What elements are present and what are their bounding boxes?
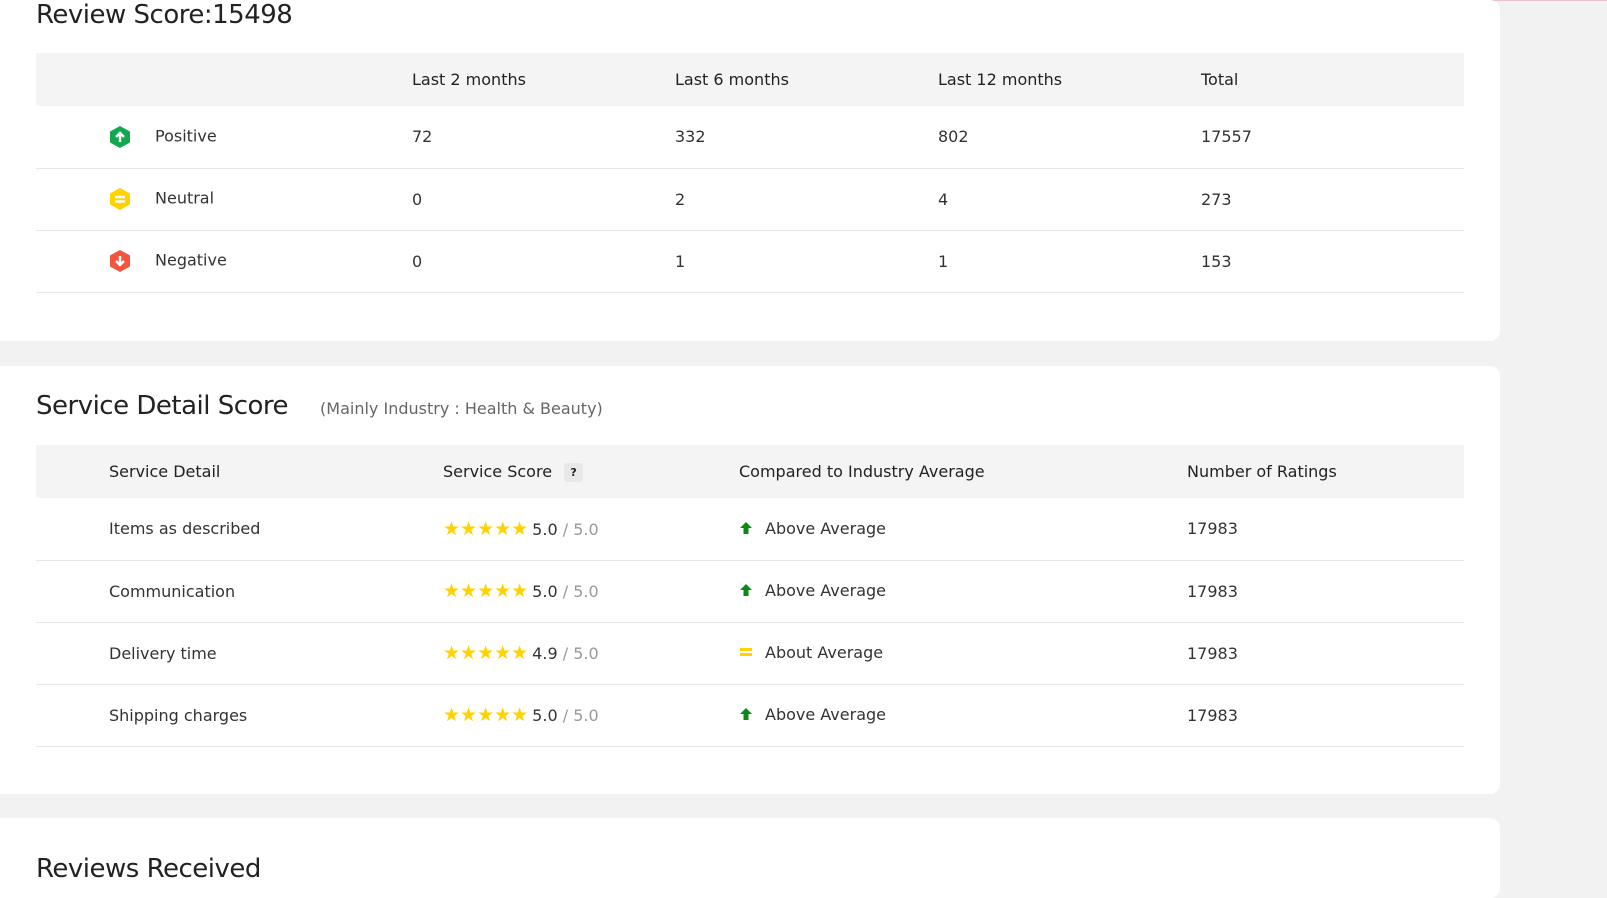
count-cell: 0 [412, 168, 675, 231]
count-cell: 72 [412, 106, 675, 169]
arrow-up-icon [739, 706, 753, 725]
review-score-title: Review Score:15498 [36, 0, 293, 30]
service-row: Communication ★★★★★ 5.0 / 5.0 Above Avera… [36, 560, 1464, 623]
industry-subtitle: (Mainly Industry : Health & Beauty) [320, 399, 603, 418]
ratings-count: 17983 [1187, 622, 1464, 685]
review-row: Neutral 0 2 4 273 [36, 168, 1464, 231]
row-label: Neutral [155, 188, 215, 208]
row-label: Positive [155, 126, 217, 146]
arrow-up-icon [739, 520, 753, 539]
service-label: Communication [36, 560, 443, 623]
help-icon[interactable]: ? [564, 462, 584, 482]
star-rating: ★★★★★ [443, 642, 529, 664]
service-row: Shipping charges ★★★★★ 5.0 / 5.0 Above Av… [36, 684, 1464, 747]
col-header: Last 12 months [938, 70, 1063, 89]
compare-text: About Average [765, 643, 884, 662]
score-max: / 5.0 [562, 519, 599, 539]
neutral-equal-icon [109, 188, 131, 210]
review-row: Negative 0 1 1 153 [36, 230, 1464, 293]
count-cell: 0 [412, 230, 675, 293]
col-header: Service Detail [109, 462, 221, 481]
service-label: Delivery time [36, 622, 443, 685]
star-rating: ★★★★★ [443, 517, 529, 540]
count-cell: 4 [938, 168, 1201, 231]
compare-text: Above Average [765, 581, 886, 600]
count-cell: 153 [1201, 230, 1464, 293]
count-cell: 273 [1201, 168, 1464, 231]
reviews-received-card: Reviews Received [0, 818, 1500, 898]
count-cell: 17557 [1201, 106, 1464, 169]
star-rating: ★★★★★ [443, 580, 529, 602]
service-detail-card: Service Detail Score (Mainly Industry : H… [0, 366, 1500, 794]
ratings-count: 17983 [1187, 684, 1464, 747]
count-cell: 802 [938, 106, 1201, 169]
col-header: Last 2 months [412, 70, 526, 89]
star-rating: ★★★★★ [443, 704, 529, 726]
service-label: Items as described [36, 498, 443, 561]
service-row: Items as described ★★★★★ 5.0 / 5.0 Above … [36, 498, 1464, 561]
col-header: Number of Ratings [1187, 462, 1337, 481]
count-cell: 1 [938, 230, 1201, 293]
score-max: / 5.0 [562, 706, 599, 725]
positive-up-icon [109, 125, 131, 148]
service-detail-title: Service Detail Score [36, 391, 289, 421]
review-score-table: Last 2 months Last 6 months Last 12 mont… [36, 53, 1464, 293]
score-value: 4.9 [532, 644, 558, 663]
review-score-card: Review Score:15498 Last 2 months Last 6 … [0, 0, 1500, 341]
col-header: Service Score [443, 461, 553, 481]
count-cell: 1 [675, 230, 938, 293]
col-header: Last 6 months [675, 70, 789, 89]
compare-text: Above Average [765, 705, 886, 724]
review-row: Positive 72 332 802 17557 [36, 106, 1464, 169]
equal-icon [739, 644, 753, 663]
col-header: Total [1201, 70, 1239, 89]
service-row: Delivery time ★★★★★ 4.9 / 5.0 About Avera… [36, 622, 1464, 685]
row-label: Negative [155, 250, 227, 270]
service-label: Shipping charges [36, 684, 443, 747]
count-cell: 2 [675, 168, 938, 231]
count-cell: 332 [675, 106, 938, 169]
ratings-count: 17983 [1187, 498, 1464, 561]
score-value: 5.0 [532, 706, 558, 725]
score-value: 5.0 [532, 582, 558, 601]
score-max: / 5.0 [562, 644, 599, 663]
reviews-received-title: Reviews Received [36, 854, 261, 884]
score-value: 5.0 [532, 519, 558, 539]
ratings-count: 17983 [1187, 560, 1464, 623]
score-max: / 5.0 [562, 582, 599, 601]
service-detail-table: Service Detail Service Score? Compared t… [36, 445, 1464, 747]
col-header: Compared to Industry Average [739, 462, 985, 481]
negative-down-icon [109, 250, 131, 272]
arrow-up-icon [739, 582, 753, 601]
compare-text: Above Average [765, 518, 886, 538]
